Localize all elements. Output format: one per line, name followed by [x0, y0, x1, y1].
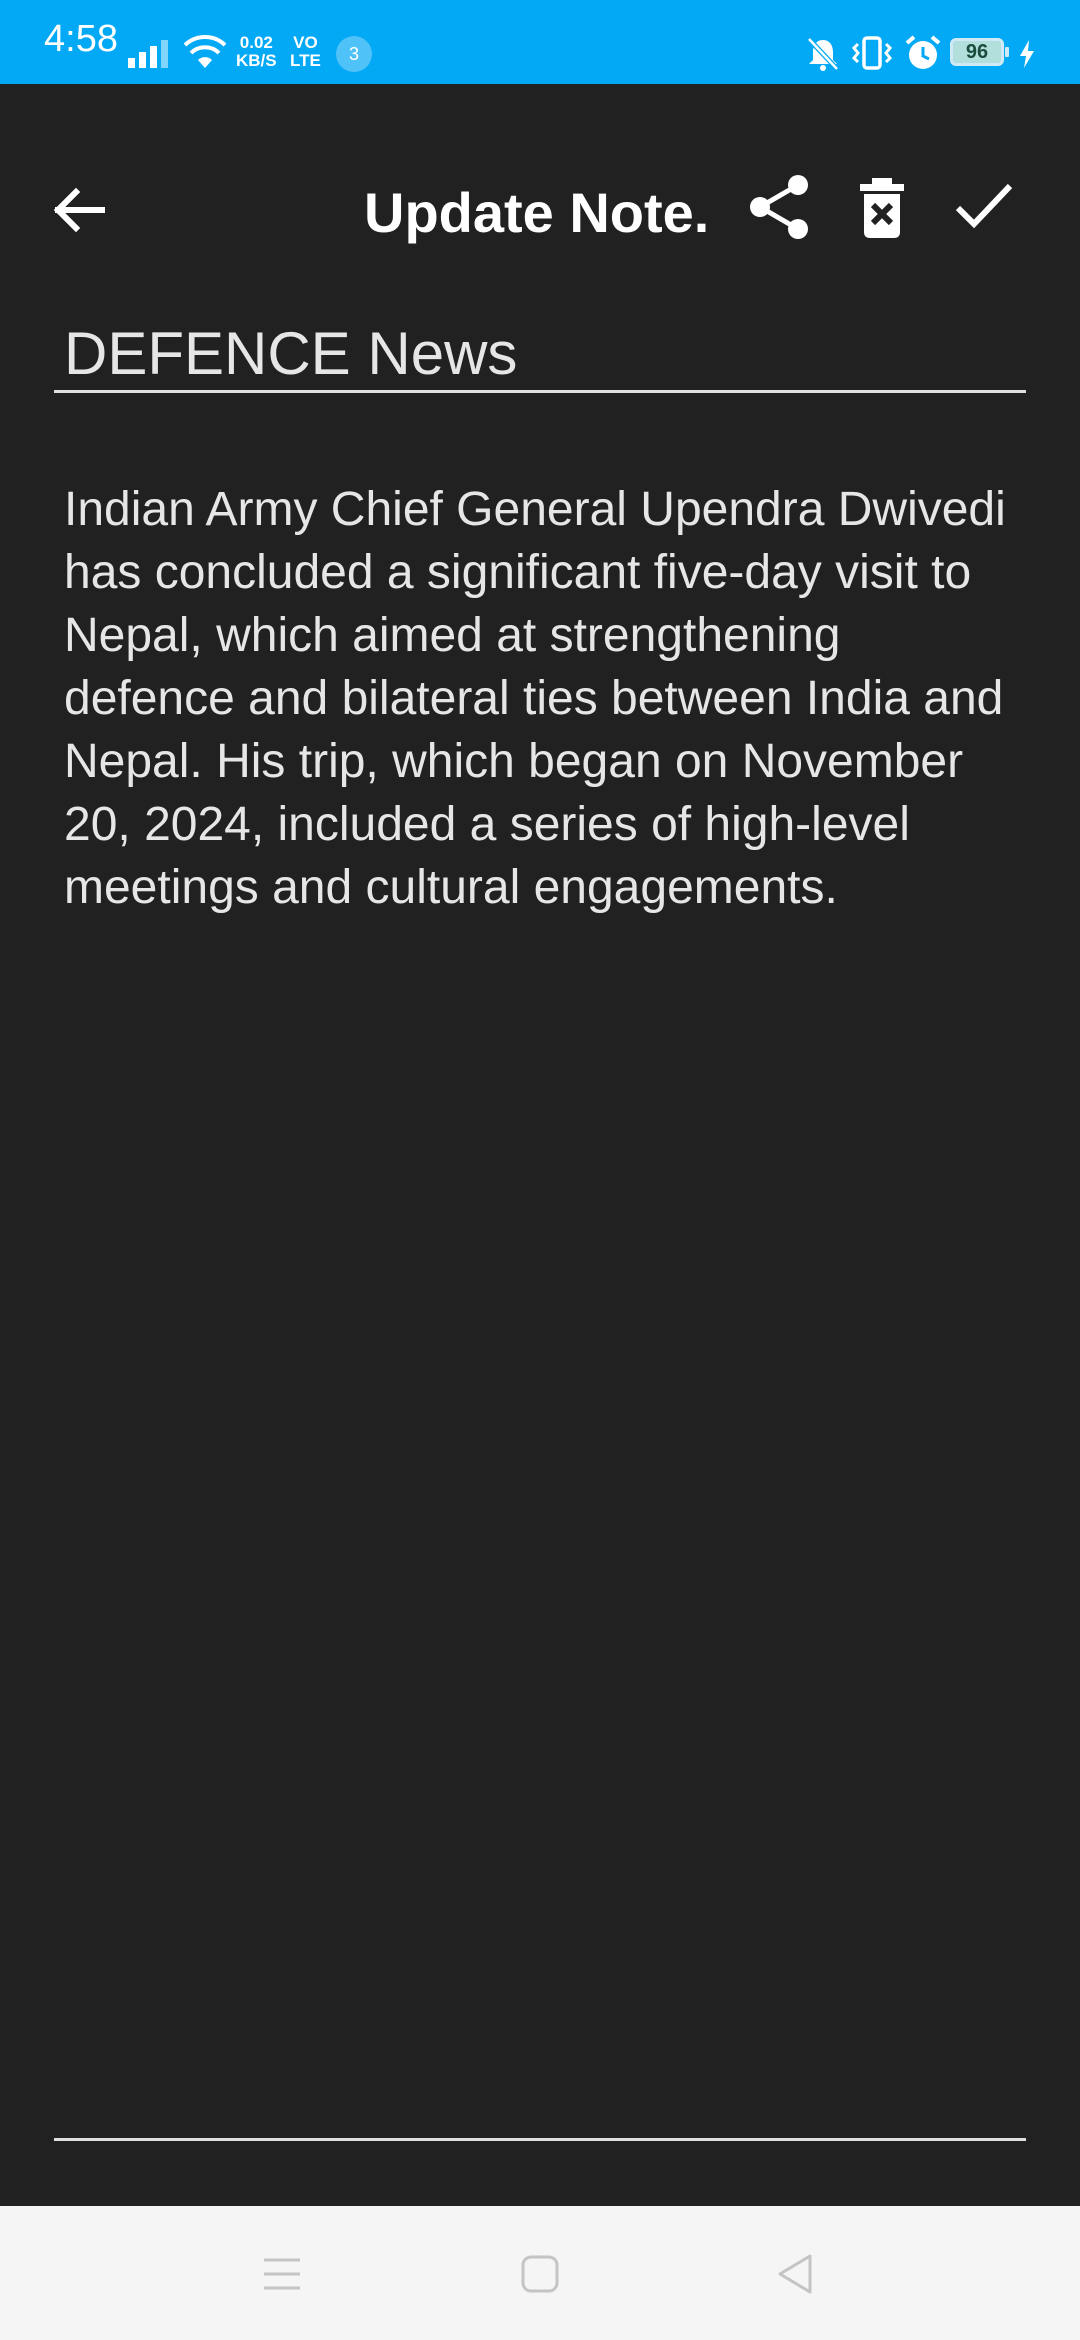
- note-body-field: Indian Army Chief General Upendra Dwived…: [54, 478, 1026, 2141]
- vibrate-icon: [851, 36, 893, 70]
- charging-icon: [1020, 40, 1034, 68]
- notification-badge: 3: [336, 36, 372, 72]
- note-title-field: [54, 318, 1026, 393]
- note-body-input[interactable]: Indian Army Chief General Upendra Dwived…: [64, 478, 1024, 2078]
- volte-indicator: VO LTE: [290, 34, 321, 70]
- navigation-bar: [0, 2206, 1080, 2340]
- back-arrow-icon[interactable]: [50, 180, 110, 240]
- wifi-icon: [184, 35, 226, 68]
- menu-icon[interactable]: [262, 2256, 302, 2292]
- home-icon[interactable]: [520, 2254, 560, 2294]
- alarm-icon: [905, 35, 941, 69]
- checkmark-icon[interactable]: [954, 180, 1014, 234]
- status-time: 4:58: [44, 18, 118, 60]
- page-title: Update Note.: [364, 181, 710, 244]
- note-title-input[interactable]: [64, 318, 1004, 388]
- network-speed-unit: KB/S: [236, 51, 277, 70]
- mute-bell-icon: [807, 37, 839, 71]
- network-speed-value: 0.02: [239, 33, 273, 52]
- volte-top: VO: [293, 33, 318, 52]
- volte-bottom: LTE: [290, 51, 321, 70]
- back-icon[interactable]: [774, 2252, 816, 2296]
- status-bar: 4:58 0.02 KB/S VO LTE 3 96: [0, 0, 1080, 84]
- battery-indicator: 96: [950, 38, 1009, 66]
- share-icon[interactable]: [748, 174, 812, 240]
- network-speed: 0.02 KB/S: [236, 34, 277, 70]
- delete-icon[interactable]: [858, 178, 906, 238]
- signal-icon: [128, 40, 168, 68]
